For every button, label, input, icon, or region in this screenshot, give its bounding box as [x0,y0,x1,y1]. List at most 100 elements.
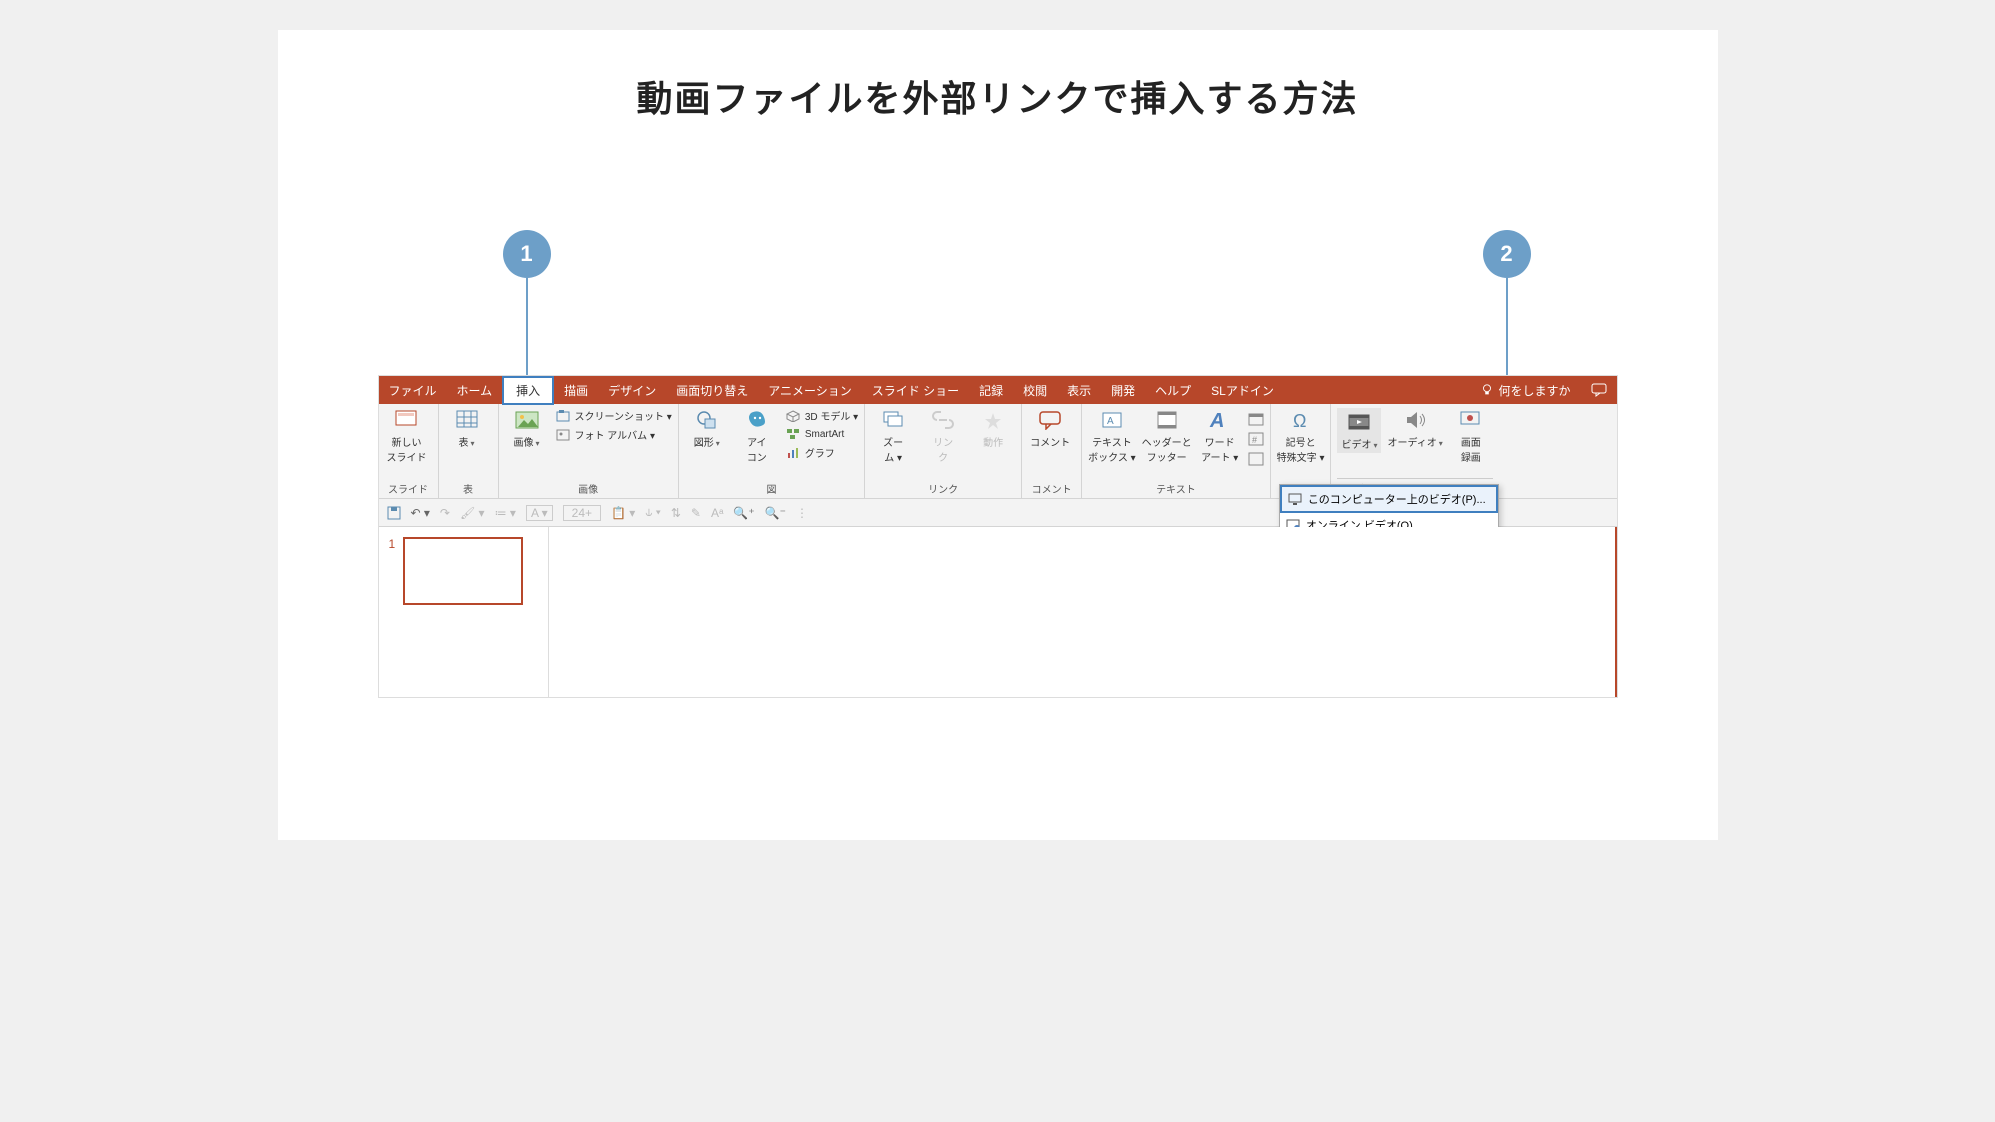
callout-2: 2 [1483,230,1531,278]
date-time-icon[interactable] [1248,412,1264,426]
thumbnail-pane[interactable]: 1 [379,527,549,697]
video-label: ビデオ [1341,436,1377,451]
omega-icon: Ω [1287,408,1315,432]
svg-text:Ω: Ω [1293,411,1306,431]
screenshot-label: スクリーンショット ▾ [575,408,672,423]
textbox-button[interactable]: A テキスト ボックス ▾ [1088,408,1136,464]
action-button: 動作 [971,408,1015,449]
tab-file[interactable]: ファイル [379,376,447,405]
table-icon [453,408,481,432]
chart-button[interactable]: グラフ [785,445,835,460]
audio-icon [1401,408,1429,432]
tab-home[interactable]: ホーム [447,376,503,405]
table-label: 表 [458,434,474,449]
group-comments-label: コメント [1028,481,1075,498]
shapes-button[interactable]: 図形 [685,408,729,449]
paste-icon: 📋 ▾ [611,506,635,520]
callout-line-1 [526,278,528,376]
object-icon[interactable] [1248,452,1264,466]
zoom-out-icon[interactable]: 🔍⁻ [765,506,786,520]
tab-animations[interactable]: アニメーション [758,376,862,405]
shapes-label: 図形 [694,434,720,449]
link-button: リン ク [921,408,965,464]
chart-icon [785,446,801,460]
video-button[interactable]: ビデオ [1337,408,1381,453]
comment-bubble-icon [1036,408,1064,432]
tab-review[interactable]: 校閲 [1013,376,1057,405]
tab-record[interactable]: 記録 [969,376,1013,405]
3dmodel-label: 3D モデル ▾ [805,408,858,423]
screen-recording-button[interactable]: 画面 録画 [1449,408,1493,464]
wordart-icon: A [1206,408,1234,432]
group-illus-label: 図 [685,481,858,498]
comment-button[interactable]: コメント [1028,408,1072,449]
link-icon [929,408,957,432]
svg-text:#: # [1252,435,1257,445]
smartart-button[interactable]: SmartArt [785,427,844,441]
comment-label: コメント [1030,434,1070,449]
slide-canvas[interactable] [549,527,1617,697]
zoom-button[interactable]: ズー ム ▾ [871,408,915,464]
video-from-pc-label: このコンピューター上のビデオ(P)... [1308,491,1486,507]
save-icon[interactable] [387,506,401,520]
wordart-button[interactable]: A ワード アート ▾ [1198,408,1242,464]
tab-help[interactable]: ヘルプ [1145,376,1201,405]
cube-icon [785,409,801,423]
header-footer-label: ヘッダーと フッター [1142,434,1192,464]
action-icon [979,408,1007,432]
slide-number: 1 [389,537,396,551]
comment-icon[interactable] [1591,383,1607,397]
slide-thumbnail-1[interactable]: 1 [389,537,538,605]
font-size-box[interactable]: 24+ [563,505,601,521]
tab-transitions[interactable]: 画面切り替え [666,376,758,405]
tab-dev[interactable]: 開発 [1101,376,1145,405]
table-button[interactable]: 表 [445,408,489,449]
image-label: 画像 [513,434,539,449]
slide-thumb-rect [403,537,523,605]
tab-draw[interactable]: 描画 [554,376,598,405]
photo-album-icon [555,428,571,442]
smartart-label: SmartArt [805,429,844,440]
tab-design[interactable]: デザイン [598,376,666,405]
3dmodel-button[interactable]: 3D モデル ▾ [785,408,858,423]
photo-album-button[interactable]: フォト アルバム ▾ [555,427,655,442]
new-slide-label: 新しい スライド [387,434,427,464]
tell-me-label: 何をしますか [1498,382,1570,399]
tab-insert[interactable]: 挿入 [502,376,554,405]
monitor-icon [1288,493,1302,505]
screenshot-button[interactable]: スクリーンショット ▾ [555,408,672,423]
page-title: 動画ファイルを外部リンクで挿入する方法 [278,70,1718,122]
header-footer-button[interactable]: ヘッダーと フッター [1142,408,1192,464]
new-slide-button[interactable]: 新しい スライド [385,408,429,464]
icons-button[interactable]: アイ コン [735,408,779,464]
icons-label: アイ コン [747,434,767,464]
group-text-label: テキスト [1088,481,1264,498]
image-button[interactable]: 画像 [505,408,549,449]
symbols-label: 記号と 特殊文字 ▾ [1277,434,1325,464]
slide-number-icon[interactable]: # [1248,432,1264,446]
svg-text:A: A [1209,410,1224,431]
audio-button[interactable]: オーディオ [1387,408,1442,449]
video-from-pc-option[interactable]: このコンピューター上のビデオ(P)... [1280,485,1498,513]
screen-record-icon [1457,408,1485,432]
redo-icon: ↷ [440,506,450,520]
callout-1: 1 [503,230,551,278]
new-slide-icon [393,408,421,432]
zoom-in-icon[interactable]: 🔍⁺ [733,506,754,520]
group-tables-label: 表 [445,481,492,498]
bullets-icon: ≔ ▾ [495,506,516,520]
symbols-button[interactable]: Ω 記号と 特殊文字 ▾ [1277,408,1325,464]
textbox-icon: A [1098,408,1126,432]
image-icon [513,408,541,432]
powerpoint-window: ファイル ホーム 挿入 描画 デザイン 画面切り替え アニメーション スライド … [378,375,1618,698]
editor-area: 1 [379,527,1617,697]
smartart-icon [785,427,801,441]
tab-addin[interactable]: SLアドイン [1201,376,1284,405]
textbox-label: テキスト ボックス ▾ [1088,434,1136,464]
tab-view[interactable]: 表示 [1057,376,1101,405]
zoom-label: ズー ム ▾ [883,434,903,464]
tell-me-search[interactable]: 何をしますか [1470,382,1580,399]
undo-icon[interactable]: ↶ ▾ [411,506,430,520]
audio-label: オーディオ [1387,434,1442,449]
tab-slideshow[interactable]: スライド ショー [862,376,969,405]
